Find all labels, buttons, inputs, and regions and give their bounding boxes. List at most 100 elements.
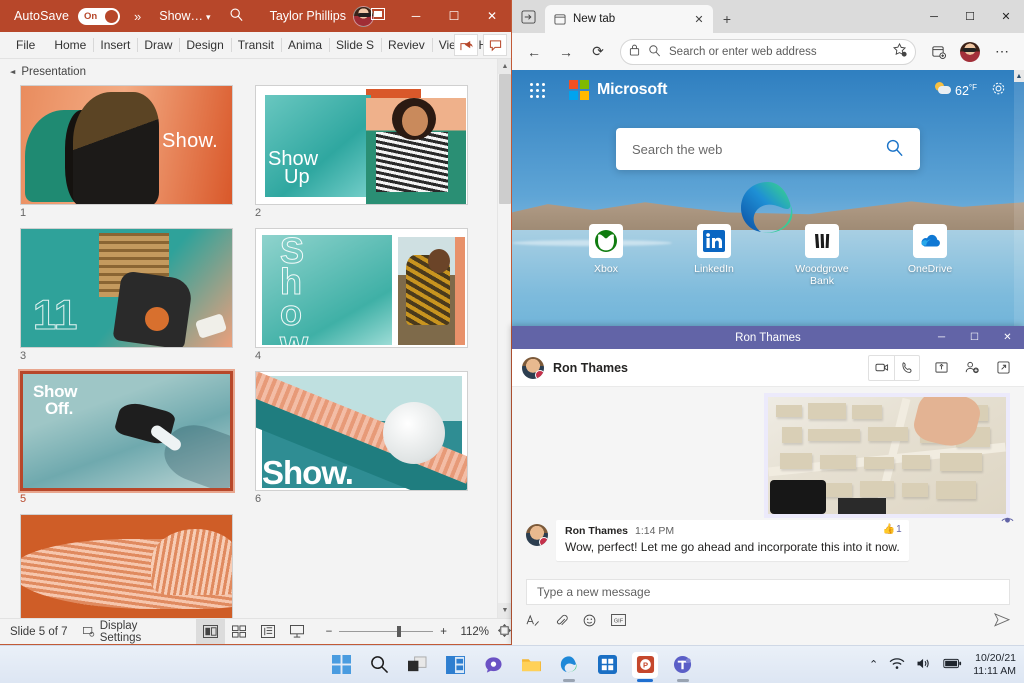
user-account[interactable]: Taylor Phillips <box>270 6 374 27</box>
quick-link-xbox[interactable]: Xbox <box>574 224 638 287</box>
zoom-slider-handle[interactable] <box>397 626 401 637</box>
powerpoint-button[interactable]: P <box>632 652 658 678</box>
image-attachment[interactable] <box>764 393 1010 518</box>
ribbon-tab-transitions[interactable]: Transit <box>231 34 281 56</box>
ribbon-tab-draw[interactable]: Draw <box>137 34 179 56</box>
battery-icon[interactable] <box>943 658 962 672</box>
teams-button[interactable] <box>670 652 696 678</box>
ribbon-tab-animations[interactable]: Anima <box>281 34 329 56</box>
zoom-in-button[interactable]: + <box>440 626 447 638</box>
message-bubble[interactable]: Ron Thames1:14 PM Wow, perfect! Let me g… <box>556 520 909 561</box>
search-input[interactable]: Search the web <box>616 128 920 170</box>
app-launcher-icon[interactable] <box>530 83 545 98</box>
slide-sorter-button[interactable] <box>225 619 254 644</box>
ribbon-display-options[interactable] <box>371 8 385 23</box>
reading-view-button[interactable] <box>254 619 283 644</box>
new-tab-button[interactable]: + <box>713 5 741 33</box>
profile-avatar[interactable] <box>955 38 985 66</box>
scrollbar-thumb[interactable] <box>499 74 511 204</box>
search-icon[interactable] <box>229 7 244 25</box>
slide-thumbnail-1[interactable]: Show. 1 <box>20 85 233 219</box>
file-explorer-button[interactable] <box>518 652 544 678</box>
widgets-button[interactable] <box>442 652 468 678</box>
slide-thumbnail-7[interactable] <box>20 514 233 618</box>
close-button[interactable]: ✕ <box>991 326 1024 349</box>
share-icon[interactable] <box>454 34 478 56</box>
minimize-button[interactable]: ─ <box>397 0 435 32</box>
thumbnail-list[interactable]: Show. 1 ShowUp 2 <box>0 85 497 618</box>
screen-share-icon[interactable] <box>930 356 952 380</box>
slide-thumbnail-3[interactable]: 11 3 <box>20 228 233 362</box>
send-icon[interactable] <box>994 613 1010 630</box>
slide-counter[interactable]: Slide 5 of 7 <box>0 626 83 638</box>
ribbon-tab-home[interactable]: Home <box>47 34 93 56</box>
add-people-icon[interactable] <box>961 356 983 380</box>
slide-thumbnail-6[interactable]: Show. 6 <box>255 371 468 505</box>
search-button[interactable] <box>366 652 392 678</box>
weather-widget[interactable]: 62°F <box>935 82 977 98</box>
collections-icon[interactable] <box>923 38 953 66</box>
gear-icon[interactable] <box>991 81 1006 99</box>
autosave-toggle[interactable]: On <box>78 8 120 25</box>
slide-thumbnail-5[interactable]: ShowOff. 5 <box>20 371 233 505</box>
zoom-slider[interactable] <box>339 631 433 632</box>
fit-slide-icon[interactable] <box>498 624 511 640</box>
ribbon-tab-insert[interactable]: Insert <box>93 34 137 56</box>
quick-link-linkedin[interactable]: LinkedIn <box>682 224 746 287</box>
wifi-icon[interactable] <box>889 657 905 673</box>
scroll-up-icon[interactable]: ▲ <box>1014 70 1024 82</box>
minimize-button[interactable]: ─ <box>916 0 952 33</box>
seen-by-icon[interactable] <box>1001 515 1014 528</box>
scroll-up-icon[interactable]: ▲ <box>498 59 512 74</box>
browser-tab[interactable]: New tab ✕ <box>545 5 713 33</box>
minimize-button[interactable]: ─ <box>925 326 958 349</box>
attach-icon[interactable] <box>555 614 568 630</box>
maximize-button[interactable]: ☐ <box>435 0 473 32</box>
microsoft-logo[interactable]: Microsoft <box>569 80 667 100</box>
chat-button[interactable] <box>480 652 506 678</box>
volume-icon[interactable] <box>916 657 932 673</box>
add-favorite-icon[interactable] <box>893 43 907 60</box>
giphy-icon[interactable]: GIF <box>611 614 626 629</box>
ribbon-tab-review[interactable]: Reviev <box>381 34 432 56</box>
video-call-icon[interactable] <box>869 356 894 380</box>
normal-view-button[interactable] <box>196 619 225 644</box>
scroll-down-icon[interactable]: ▼ <box>498 603 512 618</box>
clock[interactable]: 10/20/21 11:11 AM <box>973 652 1016 677</box>
refresh-button[interactable]: ⟳ <box>583 38 613 66</box>
quick-link-woodgrove-bank[interactable]: Woodgrove Bank <box>790 224 854 287</box>
tab-search-icon[interactable] <box>512 0 545 33</box>
microsoft-store-button[interactable] <box>594 652 620 678</box>
message-input[interactable]: Type a new message <box>526 579 1010 605</box>
show-hidden-icons-button[interactable]: ⌃ <box>869 658 878 671</box>
settings-and-more-button[interactable]: ⋯ <box>987 38 1017 66</box>
document-name[interactable]: Show…▾ <box>159 9 210 23</box>
comment-icon[interactable] <box>483 34 507 56</box>
zoom-control[interactable]: − + 112% <box>326 624 511 640</box>
address-bar[interactable]: Search or enter web address <box>620 39 916 65</box>
forward-button[interactable]: → <box>551 38 581 66</box>
ribbon-tab-file[interactable]: File <box>6 34 47 56</box>
back-button[interactable]: ← <box>519 38 549 66</box>
audio-call-icon[interactable] <box>894 356 919 380</box>
maximize-button[interactable]: ☐ <box>958 326 991 349</box>
pop-out-icon[interactable] <box>992 356 1014 380</box>
edge-button[interactable] <box>556 652 582 678</box>
quick-link-onedrive[interactable]: OneDrive <box>898 224 962 287</box>
slide-show-button[interactable] <box>283 619 312 644</box>
section-header[interactable]: ◀ Presentation <box>0 59 511 83</box>
thumbnail-scrollbar[interactable]: ▲ ▼ <box>497 59 511 618</box>
slide-thumbnail-2[interactable]: ShowUp 2 <box>255 85 468 219</box>
quick-access-more-button[interactable]: » <box>134 9 141 24</box>
display-settings-button[interactable]: Display Settings <box>83 620 167 644</box>
chat-message-list[interactable]: Ron Thames1:14 PM Wow, perfect! Let me g… <box>512 387 1024 573</box>
emoji-icon[interactable] <box>583 614 596 630</box>
close-button[interactable]: ✕ <box>988 0 1024 33</box>
ribbon-tab-design[interactable]: Design <box>179 34 230 56</box>
collapse-icon[interactable]: ◀ <box>10 69 15 75</box>
slide-thumbnail-4[interactable]: Show 4 <box>255 228 468 362</box>
maximize-button[interactable]: ☐ <box>952 0 988 33</box>
start-button[interactable] <box>328 652 354 678</box>
format-icon[interactable] <box>526 614 540 630</box>
search-icon[interactable] <box>885 138 904 160</box>
